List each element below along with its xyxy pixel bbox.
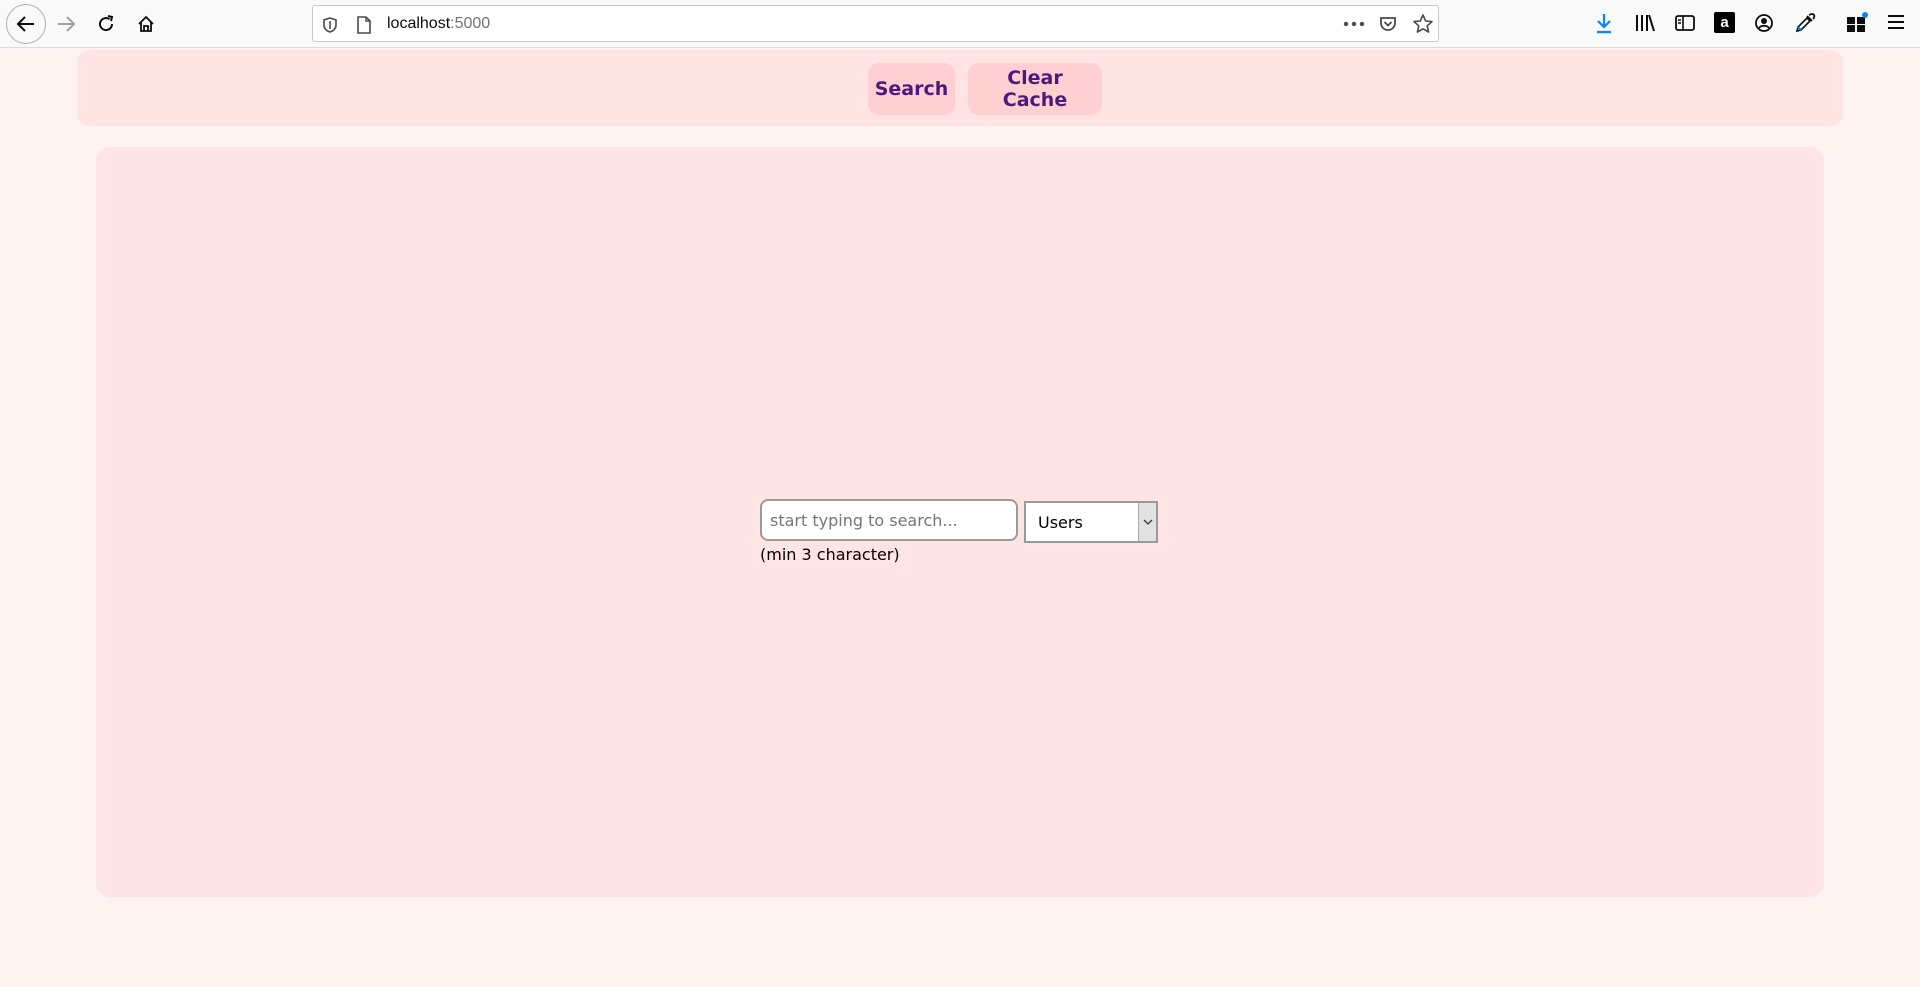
back-arrow-icon — [16, 16, 34, 32]
back-button[interactable] — [6, 4, 46, 44]
reload-icon — [99, 15, 114, 32]
search-type-value: Users — [1038, 513, 1083, 532]
hamburger-menu-icon[interactable] — [1886, 12, 1906, 32]
address-bar[interactable]: localhost:5000 — [312, 5, 1439, 42]
search-button[interactable]: Search — [868, 63, 955, 115]
download-icon[interactable] — [1594, 12, 1614, 34]
star-icon[interactable] — [1412, 13, 1434, 35]
amazon-icon[interactable]: a — [1714, 12, 1735, 33]
browser-toolbar: localhost:5000 a — [0, 0, 1920, 48]
url-port: :5000 — [450, 15, 491, 32]
search-input[interactable] — [760, 499, 1018, 541]
more-dots-icon[interactable] — [1343, 20, 1365, 28]
shield-icon[interactable] — [321, 16, 339, 34]
url-host: localhost — [387, 15, 451, 32]
page-icon[interactable] — [355, 15, 373, 35]
home-icon — [138, 15, 154, 32]
home-button[interactable] — [128, 6, 164, 42]
sidebar-icon[interactable] — [1674, 12, 1696, 34]
search-hint: (min 3 character) — [760, 545, 900, 564]
forward-button[interactable] — [48, 6, 84, 42]
dropdown-arrow[interactable] — [1138, 503, 1156, 541]
nav-panel: Search Clear Cache — [77, 50, 1843, 126]
eyedropper-icon[interactable] — [1794, 12, 1816, 34]
account-icon[interactable] — [1753, 12, 1775, 34]
forward-arrow-icon — [58, 16, 76, 32]
url-text[interactable]: localhost:5000 — [387, 15, 490, 33]
search-type-select[interactable]: Users — [1024, 501, 1158, 543]
extensions-icon[interactable] — [1845, 12, 1869, 34]
pocket-icon[interactable] — [1378, 14, 1398, 34]
clear-cache-button[interactable]: Clear Cache — [968, 63, 1102, 115]
library-icon[interactable] — [1634, 12, 1656, 34]
chevron-down-icon — [1143, 519, 1152, 525]
reload-button[interactable] — [88, 6, 124, 42]
